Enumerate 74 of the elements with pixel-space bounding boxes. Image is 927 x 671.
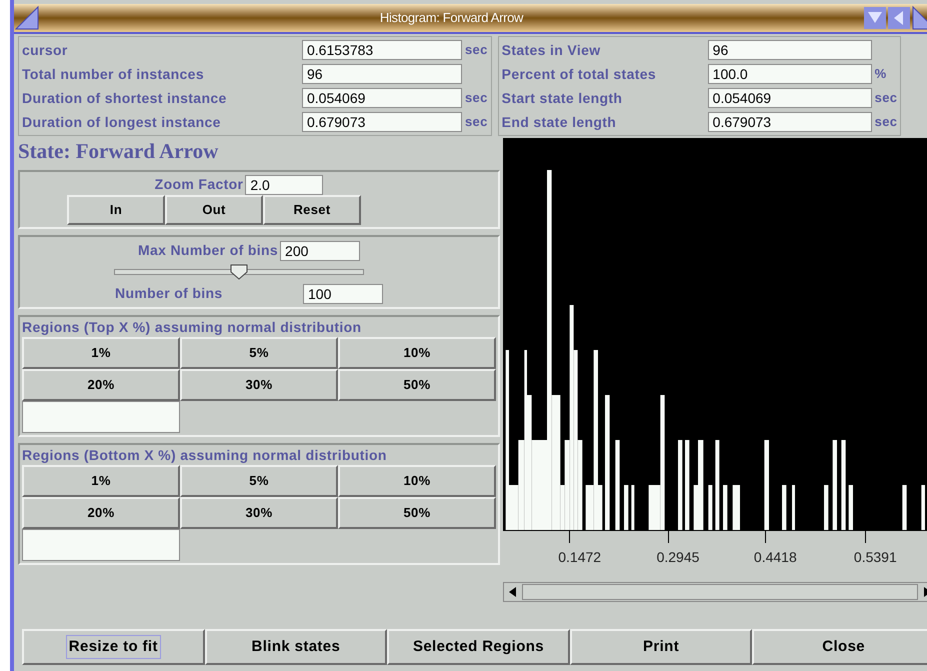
unit-label: sec (465, 89, 488, 108)
text-field[interactable]: 0.054069 (302, 88, 462, 108)
unit-label: sec (465, 113, 488, 132)
field-label: Total number of instances (22, 64, 205, 84)
slider-thumb[interactable] (230, 264, 248, 280)
button[interactable]: 30% (180, 497, 338, 529)
axis-label: 0.1472 (558, 548, 602, 567)
histogram-bar (631, 485, 634, 530)
axis-label: 0.4418 (754, 548, 797, 567)
button[interactable]: 1% (22, 465, 180, 497)
field-label: Number of bins (115, 284, 224, 303)
unit-label: % (874, 65, 887, 84)
histogram-bar (848, 485, 853, 530)
button[interactable]: Reset (263, 195, 361, 225)
button[interactable]: Close (752, 629, 927, 665)
field-label: Duration of longest instance (22, 112, 222, 132)
button[interactable]: 10% (338, 337, 496, 369)
window-title: Histogram: Forward Arrow (378, 9, 524, 28)
window-menu-icon[interactable] (14, 5, 40, 31)
field-label: cursor (22, 40, 69, 60)
field-label: Start state length (502, 88, 624, 108)
button[interactable]: In (67, 195, 165, 225)
section-title: Regions (Top X %) assuming normal distribution (22, 318, 362, 337)
text-field[interactable]: 0.054069 (708, 88, 872, 108)
unit-label: sec (874, 89, 898, 108)
button[interactable]: 5% (180, 337, 338, 369)
field-label: End state length (502, 112, 618, 132)
button[interactable]: 20% (22, 497, 180, 529)
minimize-icon[interactable] (863, 6, 887, 30)
text-field[interactable]: 96 (708, 40, 872, 60)
text-field[interactable]: 0.679073 (302, 112, 462, 132)
section-title: Regions (Bottom X %) assuming normal distribution (22, 446, 388, 465)
text-field[interactable]: 100 (303, 284, 383, 304)
text-field[interactable]: 2.0 (245, 174, 324, 194)
horizontal-scrollbar[interactable] (503, 582, 927, 602)
button[interactable]: 30% (180, 369, 338, 401)
histogram-bar (902, 485, 907, 530)
state-title: State: Forward Arrow (18, 138, 220, 164)
histogram-bar (921, 485, 925, 530)
text-field[interactable]: 0.679073 (708, 112, 872, 132)
histogram-bar (782, 485, 786, 530)
field-label: Percent of total states (502, 64, 657, 84)
field-label: Zoom Factor (154, 175, 244, 194)
histogram-bar (792, 485, 795, 530)
button[interactable]: 10% (338, 465, 496, 497)
maximize-icon[interactable] (887, 6, 911, 30)
field-label: Max Number of bins (138, 241, 278, 260)
button[interactable]: Resize to fit (22, 629, 205, 665)
button[interactable]: 5% (180, 465, 338, 497)
text-field[interactable]: 100.0 (708, 64, 872, 84)
unit-label: sec (465, 41, 488, 60)
axis-label: 0.5391 (854, 548, 897, 567)
field-label: States in View (502, 40, 602, 60)
text-field[interactable]: 0.6153783 (302, 40, 462, 60)
button[interactable]: 50% (338, 369, 496, 401)
button[interactable]: Out (165, 195, 263, 225)
text-field[interactable]: 200 (280, 240, 360, 260)
histogram-bar (824, 485, 828, 530)
histogram-bar (624, 485, 628, 530)
histogram-bar (708, 485, 712, 530)
button[interactable]: 1% (22, 337, 180, 369)
button[interactable]: 50% (338, 497, 496, 529)
text-field[interactable]: 96 (302, 64, 462, 84)
slider-track[interactable] (114, 264, 364, 280)
button[interactable]: Blink states (204, 629, 388, 665)
button[interactable]: Print (570, 629, 752, 665)
field-label: Duration of shortest instance (22, 88, 228, 108)
scroll-thumb[interactable] (522, 584, 918, 600)
button[interactable]: 20% (22, 369, 180, 401)
histogram-bar (732, 485, 740, 530)
button[interactable]: Selected Regions (387, 629, 570, 665)
axis-label: 0.2945 (656, 548, 700, 567)
histogram-bar (723, 485, 728, 530)
unit-label: sec (874, 113, 898, 132)
